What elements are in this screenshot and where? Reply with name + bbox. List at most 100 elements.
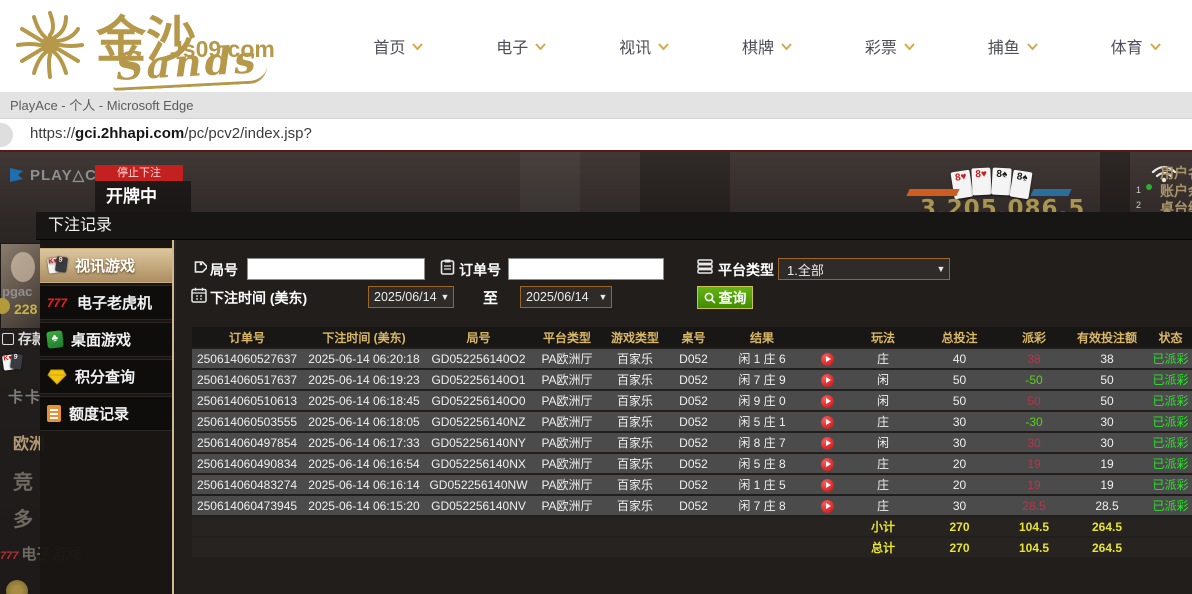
date-from-select[interactable]: 2025/06/14 ▼ (368, 286, 454, 308)
cell-play: 庄 (850, 454, 916, 473)
playing-card: 8♠ (991, 168, 1011, 196)
cell-valid: 50 (1065, 370, 1149, 389)
nav-item-slots[interactable]: 电子 (460, 34, 583, 58)
panel-content: 局号 订单号 平台类型 1.全部 ▼ 下注时间 (美东) 2025/06/14 … (176, 240, 1192, 594)
replay-button[interactable] (821, 395, 834, 408)
logo-script: Sands (111, 40, 268, 91)
col-play: 玩法 (850, 327, 916, 347)
cell-valid: 19 (1065, 454, 1149, 473)
window-title-bar: PlayAce - 个人 - Microsoft Edge (0, 92, 1192, 119)
nav-item-lottery[interactable]: 彩票 (828, 34, 951, 58)
cell-time: 2025-06-14 06:18:45 (302, 391, 426, 410)
nav-item-sports[interactable]: 体育 (1074, 34, 1192, 58)
cell-status: 已派彩 (1149, 370, 1192, 389)
replay-button[interactable] (821, 500, 834, 513)
search-icon (704, 292, 716, 304)
replay-button[interactable] (821, 416, 834, 429)
main-nav: 首页 电子 视讯 棋牌 彩票 捕鱼 体育 (337, 0, 1192, 92)
playace-logo-icon (8, 166, 25, 184)
sidebar-item-table-games[interactable]: ♣ 桌面游戏 (40, 322, 172, 357)
cell-order: 250614060483274 (192, 475, 302, 494)
cell-replay (804, 496, 850, 515)
nav-item-cards[interactable]: 棋牌 (706, 34, 829, 58)
col-platform: 平台类型 (531, 327, 603, 347)
cell-result: 闲 7 庄 9 (720, 370, 804, 389)
cell-round: GD052256140O0 (426, 391, 531, 410)
dealt-cards: 8♥ 8♥ 8♠ 8♠ (952, 168, 1032, 195)
cell-platform: PA欧洲厅 (531, 391, 603, 410)
cell-result: 闲 7 庄 8 (720, 496, 804, 515)
col-order: 订单号 (192, 327, 302, 347)
cell-order: 250614060497854 (192, 433, 302, 452)
stop-betting-badge: 停止下注 (95, 165, 183, 181)
cell-order: 250614060503555 (192, 412, 302, 431)
table-row: 250614060527637 2025-06-14 06:20:18 GD05… (192, 349, 1192, 368)
cell-order: 250614060490834 (192, 454, 302, 473)
cell-game: 百家乐 (603, 496, 667, 515)
cell-payout: 28.5 (1003, 496, 1065, 515)
cell-play: 闲 (850, 391, 916, 410)
col-time: 下注时间 (美东) (302, 327, 426, 347)
cell-result: 闲 8 庄 7 (720, 433, 804, 452)
replay-button[interactable] (821, 353, 834, 366)
scene-decor (520, 152, 580, 214)
replay-button[interactable] (821, 374, 834, 387)
clipboard-icon (440, 259, 455, 275)
date-to-select[interactable]: 2025/06/14 ▼ (520, 286, 612, 308)
sidebar-item-slots[interactable]: 777 电子老虎机 (40, 285, 172, 320)
cell-bet: 30 (916, 496, 1003, 515)
calendar-icon (191, 287, 207, 303)
col-payout: 派彩 (1003, 327, 1065, 347)
cell-valid: 30 (1065, 412, 1149, 431)
cell-result: 闲 1 庄 5 (720, 475, 804, 494)
order-input[interactable] (508, 258, 664, 280)
order-filter-label: 订单号 (459, 260, 501, 280)
cell-round: GD052256140O1 (426, 370, 531, 389)
tag-icon (192, 260, 207, 275)
cell-bet: 20 (916, 475, 1003, 494)
round-filter-label: 局号 (210, 260, 238, 280)
platform-layers-icon (697, 259, 713, 274)
total-label: 总计 (850, 538, 916, 557)
cell-play: 庄 (850, 349, 916, 368)
replay-button[interactable] (821, 458, 834, 471)
cell-time: 2025-06-14 06:15:20 (302, 496, 426, 515)
cell-order: 250614060473945 (192, 496, 302, 515)
nav-item-fishing[interactable]: 捕鱼 (951, 34, 1074, 58)
sidebar-item-points[interactable]: 积分查询 (40, 359, 172, 394)
cell-replay (804, 370, 850, 389)
replay-button[interactable] (821, 479, 834, 492)
dropdown-arrow-icon: ▼ (595, 292, 611, 302)
address-bar[interactable]: https://gci.2hhapi.com/pc/pcv2/index.jsp… (0, 119, 1192, 150)
cell-status: 已派彩 (1149, 475, 1192, 494)
round-input[interactable] (247, 258, 425, 280)
col-status: 状态 (1149, 327, 1192, 347)
cell-round: GD052256140NW (426, 475, 531, 494)
replay-button[interactable] (821, 437, 834, 450)
cell-status: 已派彩 (1149, 391, 1192, 410)
cell-table: D052 (667, 496, 720, 515)
panel-sidebar: K♥9 视讯游戏 777 电子老虎机 ♣ 桌面游戏 积分查询 额度记录 (40, 240, 174, 594)
cell-replay (804, 475, 850, 494)
to-label: 至 (483, 287, 498, 308)
cards-icon: K♥9 (47, 256, 67, 276)
col-round: 局号 (426, 327, 531, 347)
cell-payout: 30 (1003, 433, 1065, 452)
col-bet: 总投注 (916, 327, 1003, 347)
cell-replay (804, 349, 850, 368)
sidebar-item-credit-record[interactable]: 额度记录 (40, 396, 172, 431)
cell-payout: 38 (1003, 349, 1065, 368)
scene-decor (640, 152, 730, 214)
total-row: 总计 270 104.5 264.5 (192, 538, 1192, 557)
platform-select[interactable]: 1.全部 ▼ (778, 258, 950, 280)
points-ghost: 228 (14, 301, 37, 317)
subtotal-payout: 104.5 (1003, 517, 1065, 536)
cell-game: 百家乐 (603, 475, 667, 494)
sands-sun-logo-icon (8, 3, 92, 87)
nav-item-live[interactable]: 视讯 (583, 34, 706, 58)
search-button[interactable]: 查询 (697, 286, 753, 309)
nav-item-home[interactable]: 首页 (337, 34, 460, 58)
cell-round: GD052256140NY (426, 433, 531, 452)
sidebar-item-live-games[interactable]: K♥9 视讯游戏 (40, 248, 172, 283)
user-name-label: 用户名称 (1160, 163, 1192, 183)
